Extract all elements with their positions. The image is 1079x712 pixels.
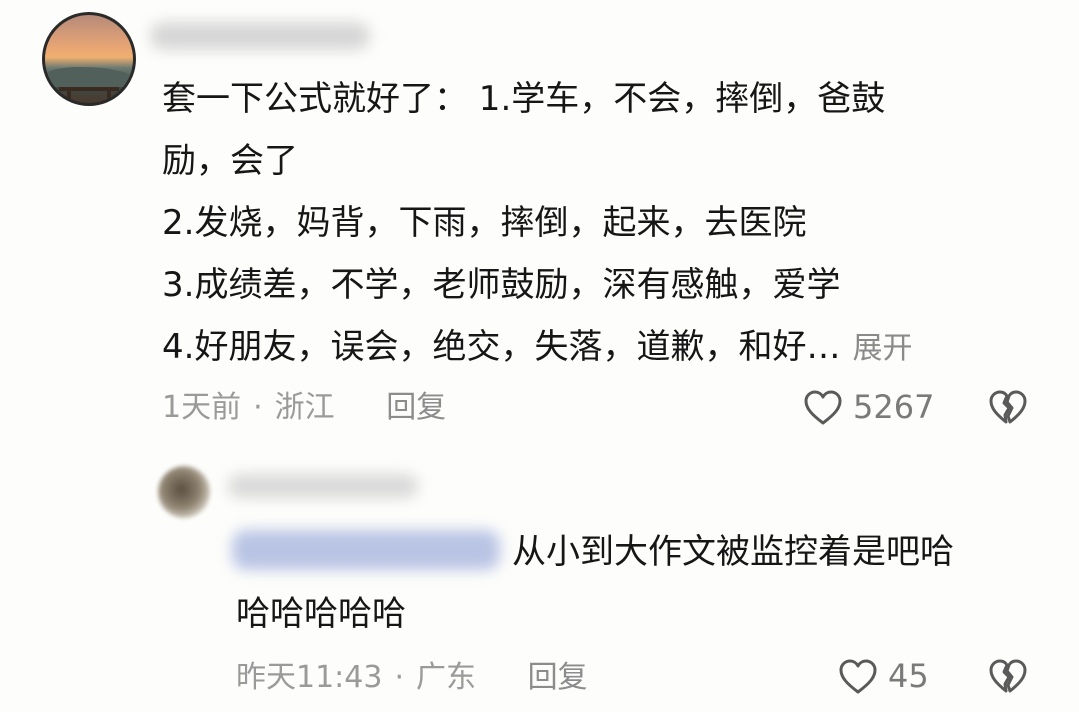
reply-line-1: 从小到大作文被监控着是吧哈 xyxy=(512,532,954,572)
reply-like-count: 45 xyxy=(888,657,929,695)
reply-time: 昨天11:43 xyxy=(236,660,383,695)
comment-location: 浙江 xyxy=(274,390,335,425)
commenter-name-blurred[interactable] xyxy=(150,22,370,50)
expand-link[interactable]: 展开 xyxy=(852,331,912,366)
comment-line-2: 励，会了 xyxy=(162,141,298,181)
comment-line-5-text: 4.好朋友，误会，绝交，失落，道歉，和好… xyxy=(162,327,841,367)
reply-meta: 昨天11:43 · 广东 回复 xyxy=(236,658,588,698)
comment-line-3: 2.发烧，妈背，下雨，摔倒，起来，去医院 xyxy=(162,203,807,243)
comment-like-count: 5267 xyxy=(853,388,935,426)
comment-meta: 1天前 · 浙江 回复 xyxy=(162,388,446,428)
broken-heart-icon xyxy=(988,658,1028,696)
comment-line-4: 3.成绩差，不学，老师鼓励，深有感触，爱学 xyxy=(162,265,841,305)
comment-meta-separator: · xyxy=(253,390,263,425)
broken-heart-icon xyxy=(988,389,1028,427)
comment-reply-button[interactable]: 回复 xyxy=(386,390,446,425)
comment-line-1: 套一下公式就好了： 1.学车，不会，摔倒，爸鼓 xyxy=(162,79,886,119)
reply-to-mention-blurred[interactable] xyxy=(232,530,500,570)
heart-outline-icon xyxy=(803,389,843,427)
comment-time: 1天前 xyxy=(162,390,242,425)
replier-avatar[interactable] xyxy=(158,466,210,518)
reply-meta-separator: · xyxy=(394,660,405,695)
heart-outline-icon xyxy=(838,658,878,696)
comment-dislike-button[interactable] xyxy=(988,389,1028,427)
comment-line-5: 4.好朋友，误会，绝交，失落，道歉，和好… 展开 xyxy=(162,316,912,380)
replier-name-blurred[interactable] xyxy=(228,474,418,498)
reply-reply-button[interactable]: 回复 xyxy=(528,660,588,695)
reply-location: 广东 xyxy=(416,660,477,695)
reply-line-2: 哈哈哈哈哈 xyxy=(236,594,406,634)
commenter-avatar[interactable] xyxy=(42,12,136,106)
reply-dislike-button[interactable] xyxy=(988,658,1028,696)
